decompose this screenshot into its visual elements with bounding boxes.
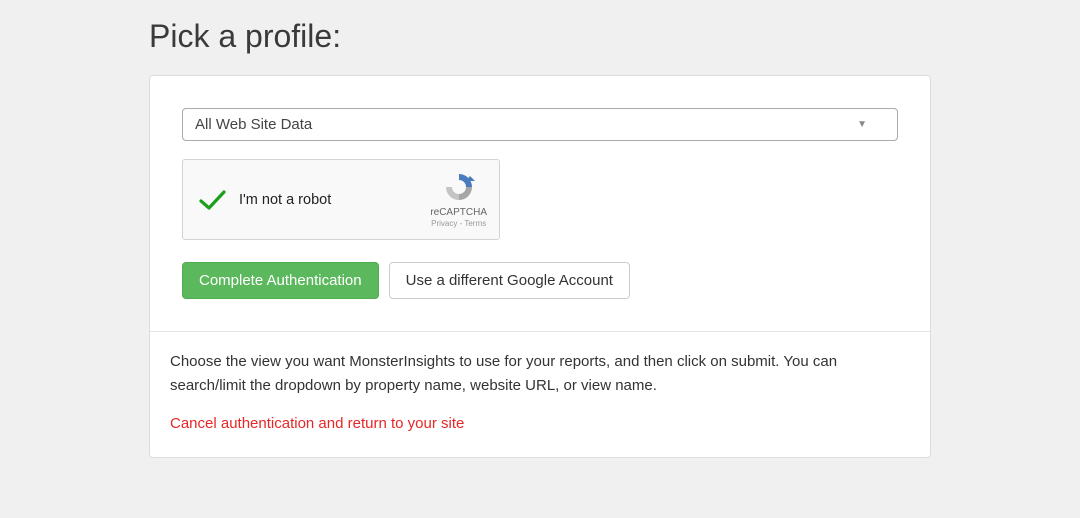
profile-dropdown[interactable]: All Web Site Data ▼ (182, 108, 898, 141)
page-title: Pick a profile: (149, 18, 931, 55)
recaptcha-label: I'm not a robot (239, 192, 420, 208)
checkmark-icon (195, 183, 229, 217)
recaptcha-logo-icon (442, 170, 476, 204)
cancel-authentication-link[interactable]: Cancel authentication and return to your… (170, 415, 464, 432)
use-different-account-button[interactable]: Use a different Google Account (389, 262, 630, 299)
complete-authentication-button[interactable]: Complete Authentication (182, 262, 379, 299)
recaptcha-widget[interactable]: I'm not a robot reCAPTCHA Privacy - Term… (182, 159, 500, 240)
profile-card: All Web Site Data ▼ I'm not a robot (149, 75, 931, 458)
profile-dropdown-value: All Web Site Data (195, 116, 312, 133)
helper-text: Choose the view you want MonsterInsights… (170, 350, 910, 397)
chevron-down-icon: ▼ (857, 119, 867, 130)
recaptcha-brand: reCAPTCHA Privacy - Terms (430, 170, 487, 229)
